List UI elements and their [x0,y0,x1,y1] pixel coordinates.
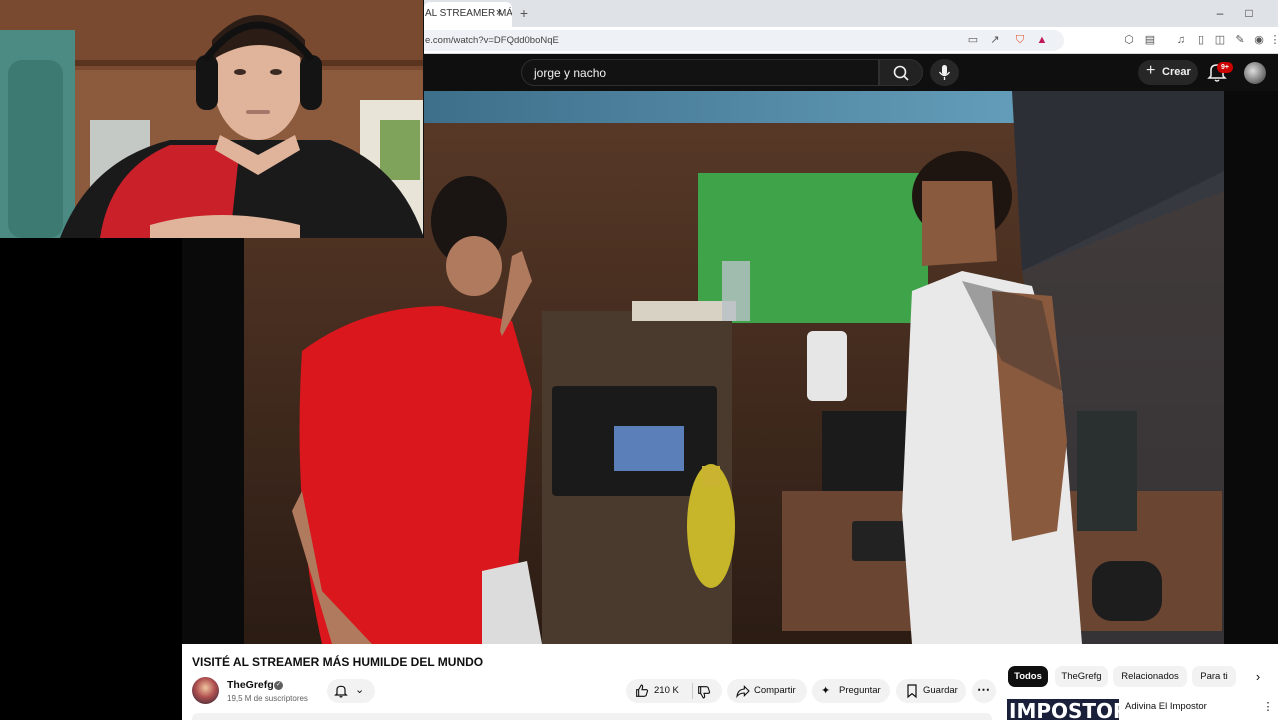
channel-avatar[interactable] [192,677,219,704]
like-dislike-group: 210 K [626,679,722,703]
more-actions-button[interactable]: ⋯ [972,679,996,703]
chevron-right-icon[interactable]: › [1250,669,1266,685]
mic-icon [938,65,951,80]
next-video-thumbnail[interactable]: IMPOSTOR [1007,699,1119,720]
webcam-overlay [0,0,424,238]
music-icon[interactable]: ♫ [1174,33,1188,47]
channel-name[interactable]: TheGrefg [227,679,274,691]
notifications-badge: 9+ [1217,62,1233,73]
create-label: Crear [1162,66,1191,78]
thumbs-up-icon[interactable] [634,683,650,699]
create-button[interactable]: + Crear [1138,60,1198,85]
next-video-title[interactable]: Adivina El Impostor [1125,701,1207,712]
voice-search-button[interactable] [930,59,959,86]
share-icon [736,685,750,699]
search-icon [893,65,909,81]
bookmark-icon [907,684,917,699]
browser-tab-strip [424,0,1278,27]
webcam-image [0,0,423,238]
profile-icon[interactable]: ◉ [1252,33,1266,47]
pen-icon[interactable]: ✎ [1233,33,1247,47]
share-button[interactable]: Compartir [727,679,807,703]
search-button[interactable] [879,59,923,86]
search-input[interactable]: jorge y nacho [521,59,879,86]
new-tab-button[interactable]: + [516,5,532,21]
chip-relacionados[interactable]: Relacionados [1113,666,1187,687]
like-divider [692,683,693,699]
minimize-icon[interactable]: – [1212,5,1228,21]
tab-close-icon[interactable]: × [492,6,506,20]
cast-icon[interactable]: ▭ [966,33,980,47]
shield-icon[interactable]: ⛉ [1013,33,1027,47]
verified-icon: ✓ [274,681,283,690]
ask-label: Preguntar [839,685,881,696]
reading-list-icon[interactable]: ▯ [1194,33,1208,47]
save-label: Guardar [923,685,958,696]
ask-button[interactable]: ✦ Preguntar [812,679,890,703]
more-vert-icon[interactable]: ⋮ [1262,700,1274,714]
warning-triangle-icon[interactable]: ▲ [1035,33,1049,47]
bell-icon [334,685,348,698]
thumbs-down-icon[interactable] [696,684,712,700]
share-page-icon[interactable]: ↗ [988,33,1002,47]
video-title: VISITÉ AL STREAMER MÁS HUMILDE DEL MUNDO [192,655,484,669]
thumbnail-text: IMPOSTOR [1009,699,1119,720]
clipboard-icon[interactable]: ▤ [1143,33,1157,47]
save-button[interactable]: Guardar [896,679,966,703]
account-avatar[interactable] [1244,62,1266,84]
sparkle-icon: ✦ [821,685,831,697]
menu-dots-icon[interactable]: ⋮ [1268,33,1278,47]
extension-icon[interactable]: ⬡ [1122,33,1136,47]
sidebar-icon[interactable]: ◫ [1213,33,1227,47]
description-box[interactable] [192,713,992,720]
maximize-icon[interactable]: □ [1241,5,1257,21]
more-dots-icon: ⋯ [977,682,990,697]
chip-todos[interactable]: Todos [1008,666,1048,687]
like-count[interactable]: 210 K [654,685,679,696]
share-label: Compartir [754,685,796,696]
chip-para-ti[interactable]: Para ti [1192,666,1236,687]
plus-icon: + [1146,62,1156,79]
chevron-down-icon: ⌄ [355,684,365,696]
subscriber-count: 19,5 M de suscriptores [227,694,308,703]
chip-thegrefg[interactable]: TheGrefg [1055,666,1108,687]
subscription-bell-button[interactable]: ⌄ [327,679,375,703]
